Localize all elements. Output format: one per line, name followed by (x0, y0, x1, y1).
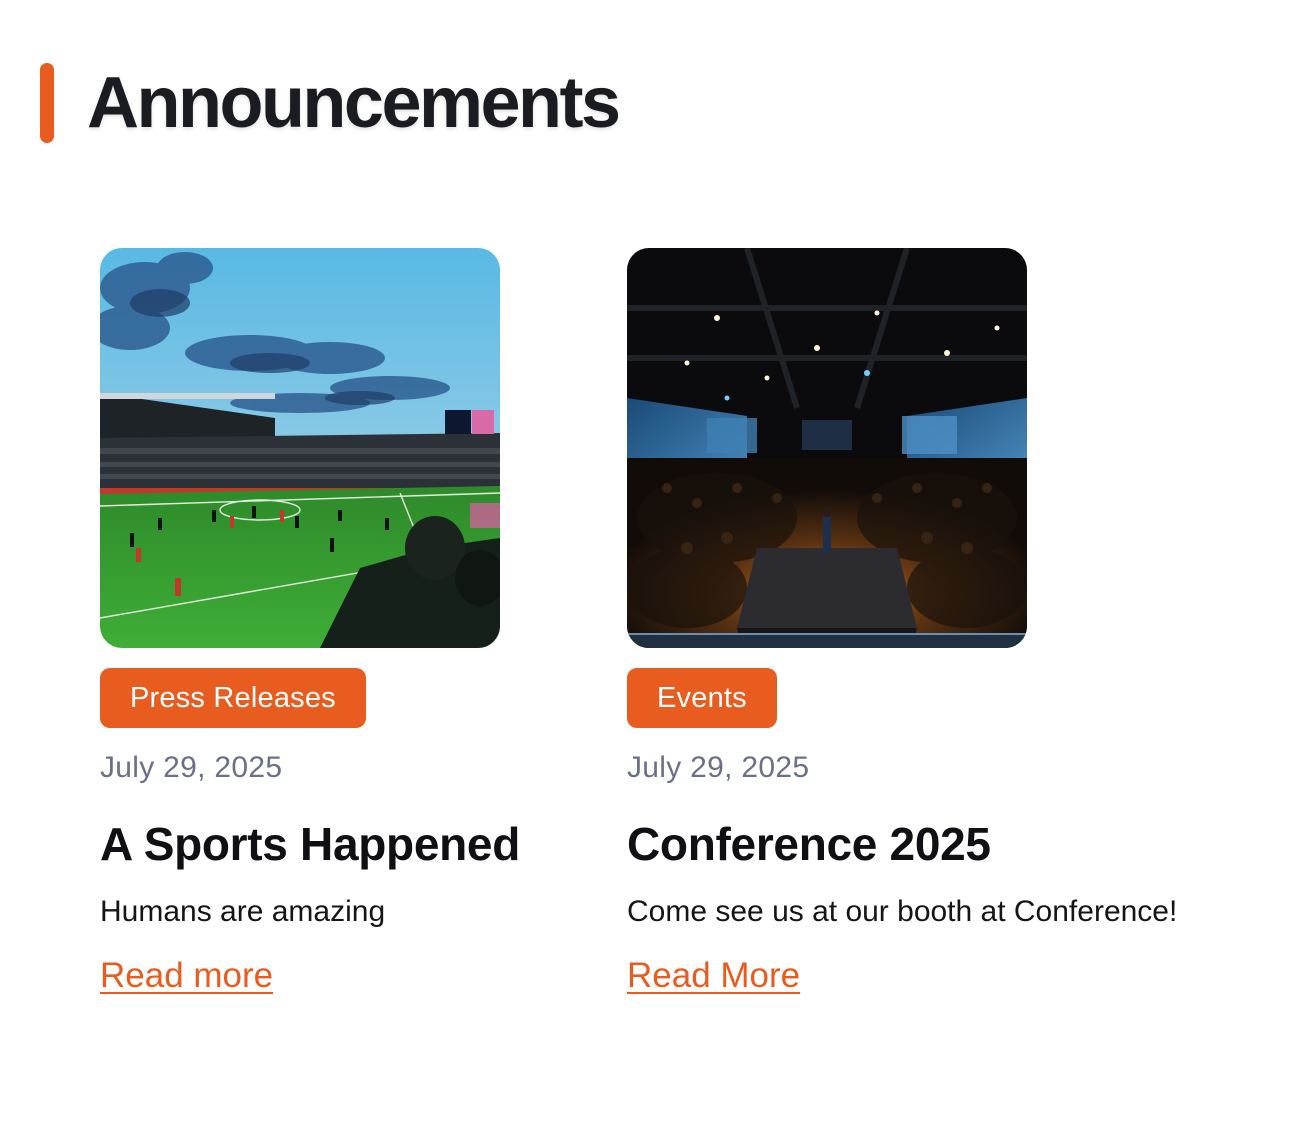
read-more-link[interactable]: Read More (627, 954, 800, 998)
post-date: July 29, 2025 (627, 751, 810, 784)
announcement-card: Events July 29, 2025 Conference 2025 Com… (627, 248, 1247, 998)
post-title[interactable]: Conference 2025 (627, 816, 1247, 872)
post-description: Come see us at our booth at Conference! (627, 895, 1178, 928)
stadium-photo[interactable] (100, 248, 500, 648)
title-accent-bar (40, 63, 54, 143)
category-tag-events[interactable]: Events (627, 668, 777, 728)
category-tag-press-releases[interactable]: Press Releases (100, 668, 366, 728)
read-more-link[interactable]: Read more (100, 954, 273, 998)
announcements-page: Announcements Press Releases July 29, 20… (0, 0, 1310, 1126)
conference-photo[interactable] (627, 248, 1027, 648)
section-header: Announcements (40, 62, 621, 144)
section-title: Announcements (87, 63, 621, 143)
